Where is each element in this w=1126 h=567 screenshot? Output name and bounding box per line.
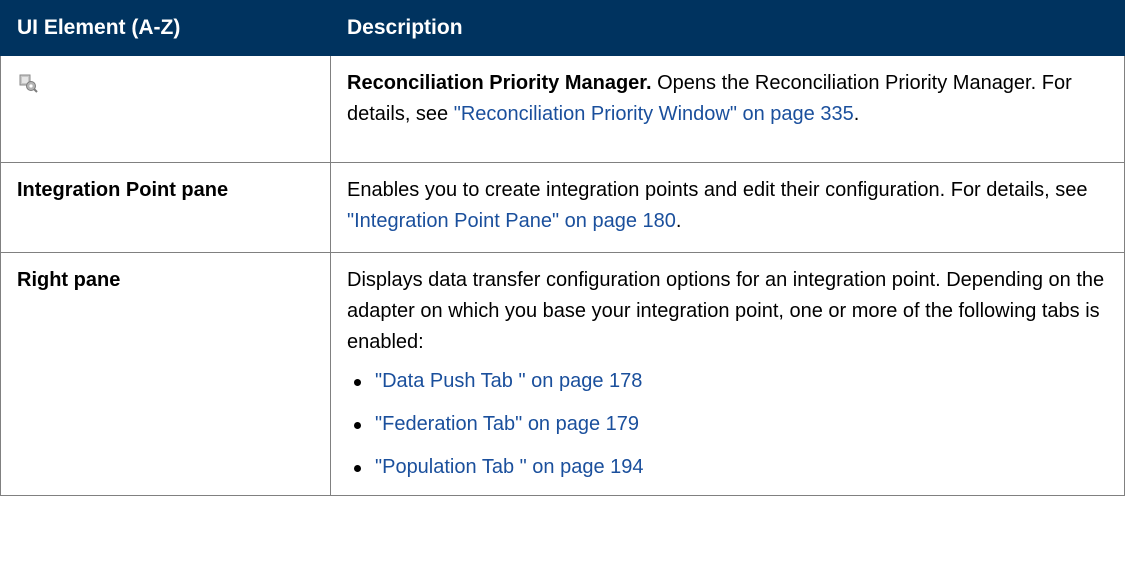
description-cell: Displays data transfer configuration opt… (330, 252, 1125, 496)
header-ui-element: UI Element (A-Z) (0, 0, 331, 56)
description-cell: Enables you to create integration points… (330, 162, 1125, 253)
table-row: Integration Point pane Enables you to cr… (0, 162, 1125, 253)
description-text: Displays data transfer configuration opt… (347, 269, 1105, 353)
ui-elements-table: UI Element (A-Z) Description Reconciliat… (0, 0, 1125, 496)
data-push-tab-link[interactable]: "Data Push Tab " on page 178 (375, 370, 642, 392)
table-row: Right pane Displays data transfer config… (0, 252, 1125, 496)
population-tab-link[interactable]: "Population Tab " on page 194 (375, 456, 644, 478)
description-cell: Reconciliation Priority Manager. Opens t… (330, 55, 1125, 163)
element-name: Right pane (17, 269, 121, 291)
header-description: Description (330, 0, 1125, 56)
integration-point-pane-link[interactable]: "Integration Point Pane" on page 180 (347, 210, 676, 232)
list-item: "Data Push Tab " on page 178 (354, 366, 1112, 397)
reconciliation-priority-window-link[interactable]: "Reconciliation Priority Window" on page… (454, 103, 854, 125)
list-item: "Population Tab " on page 194 (354, 452, 1112, 483)
description-end: . (853, 103, 860, 125)
element-name: Integration Point pane (17, 179, 229, 201)
table-row: Reconciliation Priority Manager. Opens t… (0, 55, 1125, 163)
reconciliation-priority-icon (17, 72, 39, 94)
description-end: . (675, 210, 682, 232)
element-cell (0, 55, 331, 163)
tabs-list: "Data Push Tab " on page 178 "Federation… (347, 366, 1112, 483)
element-cell: Integration Point pane (0, 162, 331, 253)
list-item: "Federation Tab" on page 179 (354, 409, 1112, 440)
term-label: Reconciliation Priority Manager. (347, 72, 652, 94)
table-header-row: UI Element (A-Z) Description (0, 0, 1125, 56)
federation-tab-link[interactable]: "Federation Tab" on page 179 (375, 413, 639, 435)
description-text: Enables you to create integration points… (347, 179, 1088, 201)
element-cell: Right pane (0, 252, 331, 496)
